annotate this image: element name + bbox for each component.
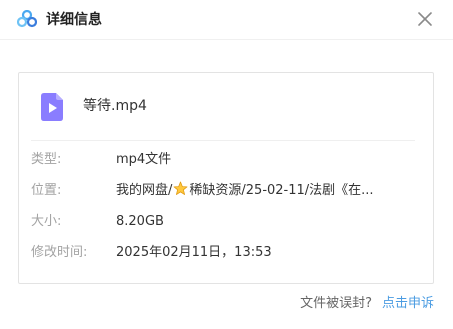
size-value: 8.20GB [116,214,164,229]
cloud-logo-icon [17,10,37,28]
location-label: 位置: [31,183,62,198]
video-file-icon [41,93,63,121]
misblock-question: 文件被误封? [300,296,372,311]
star-icon [173,181,188,195]
location-value: 我的网盘/稀缺资源/25-02-11/法剧《在... [116,181,398,201]
type-value: mp4文件 [116,152,172,167]
file-name: 等待.mp4 [83,98,147,114]
file-info-card: 等待.mp4 类型: mp4文件 位置: 我的网盘/稀缺资源/25-02-11/… [18,72,434,284]
dialog-title: 详细信息 [46,12,102,28]
modified-value: 2025年02月11日，13:53 [116,245,272,260]
close-icon[interactable] [415,9,435,29]
appeal-link[interactable]: 点击申诉 [382,296,434,311]
dialog-header: 详细信息 [0,0,453,40]
file-details-dialog: 详细信息 等待.mp4 类型: mp4文件 位置: 我的网盘/稀缺资源/25-0… [0,0,453,329]
location-prefix: 我的网盘/ [116,183,173,198]
divider [31,140,415,141]
dialog-footer: 文件被误封? 点击申诉 [300,294,434,314]
size-label: 大小: [31,214,62,229]
location-suffix: 稀缺资源/25-02-11/法剧《在... [189,183,374,198]
type-label: 类型: [31,152,62,167]
modified-label: 修改时间: [31,245,88,260]
